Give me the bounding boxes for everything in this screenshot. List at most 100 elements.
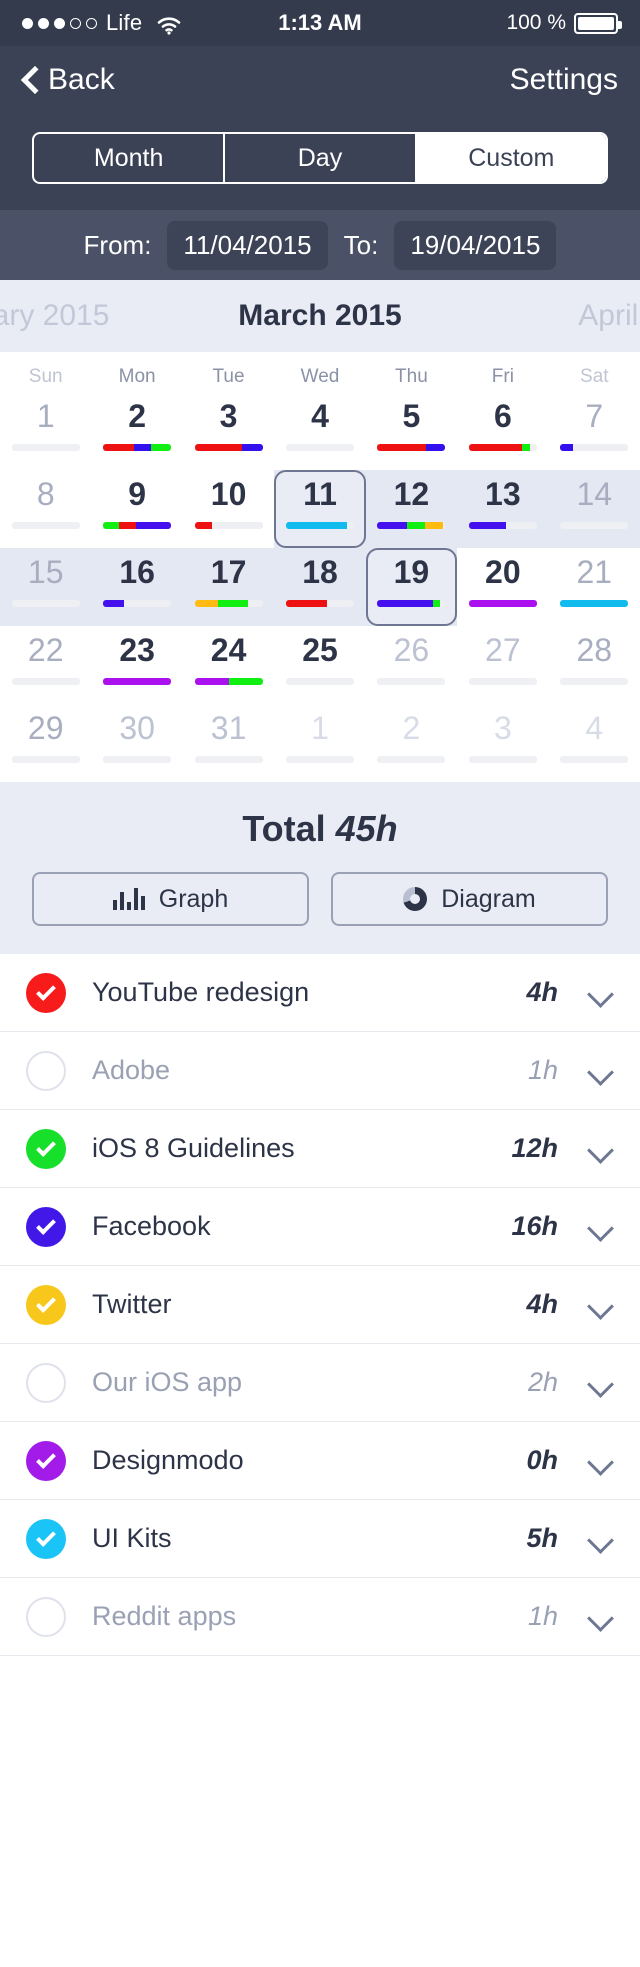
calendar-day[interactable]: 27 [457,626,548,704]
activity-bar-segment [426,444,446,451]
chevron-down-icon[interactable] [588,1531,614,1547]
task-row[interactable]: Twitter 4h [0,1266,640,1344]
calendar-day-number: 26 [393,632,430,668]
calendar-day-activity-bars [285,756,354,763]
task-row[interactable]: Designmodo 0h [0,1422,640,1500]
calendar-day[interactable]: 6 [457,392,548,470]
task-checkbox-checked[interactable] [26,1284,66,1325]
activity-bar-segment [119,522,136,529]
chevron-down-icon[interactable] [588,1453,614,1469]
view-mode-diagram-button[interactable]: Diagram [331,872,608,926]
calendar-day[interactable]: 18 [274,548,365,626]
calendar-day-number: 27 [485,632,521,668]
check-icon [36,1214,56,1235]
calendar-day[interactable]: 1 [274,704,365,782]
task-name: Twitter [92,1289,172,1319]
task-row[interactable]: Reddit apps 1h [0,1578,640,1656]
task-hours: 0h [526,1445,558,1475]
task-checkbox-checked[interactable] [26,972,66,1013]
task-checkbox-unchecked[interactable] [26,1050,66,1091]
calendar-day[interactable]: 7 [549,392,640,470]
calendar-day-selected[interactable]: 11 [274,470,366,548]
calendar-day[interactable]: 13 [457,470,548,548]
activity-bar-segment [377,444,427,451]
calendar-day[interactable]: 24 [183,626,274,704]
activity-bar-segment [407,522,425,529]
chevron-down-icon[interactable] [588,1297,614,1313]
range-tab-day[interactable]: Day [225,134,417,182]
calendar-day[interactable]: 5 [366,392,457,470]
calendar-day[interactable]: 22 [0,626,91,704]
chevron-down-icon[interactable] [588,1219,614,1235]
chevron-down-icon[interactable] [588,1375,614,1391]
activity-bar-segment [103,444,134,451]
bar-chart-icon [112,888,145,910]
task-checkbox-checked[interactable] [26,1440,66,1481]
calendar-day[interactable]: 21 [549,548,640,626]
calendar-day[interactable]: 10 [183,470,274,548]
activity-bar-segment [150,444,172,451]
calendar-day-number: 3 [219,398,238,434]
calendar-day[interactable]: 4 [274,392,365,470]
calendar-day[interactable]: 9 [91,470,182,548]
view-mode-label: Diagram [441,884,536,913]
back-button[interactable]: Back [22,63,115,97]
chevron-down-icon[interactable] [588,1141,614,1157]
task-row[interactable]: Adobe 1h [0,1032,640,1110]
range-tabs-container: Month Day Custom [0,114,640,210]
chevron-down-icon[interactable] [588,1063,614,1079]
calendar-day[interactable]: 12 [366,470,457,548]
task-checkbox-checked[interactable] [26,1206,66,1247]
to-date-field[interactable]: 19/04/2015 [394,220,557,270]
weekday-sun: Sun [28,366,63,387]
from-date-field[interactable]: 11/04/2015 [167,220,328,270]
chevron-down-icon[interactable] [588,985,614,1001]
task-row[interactable]: iOS 8 Guidelines 12h [0,1110,640,1188]
calendar-day-activity-bars [11,756,80,763]
calendar-day-number: 2 [128,398,147,434]
calendar-day[interactable]: 14 [549,470,640,548]
calendar-day[interactable]: 16 [91,548,182,626]
calendar-day[interactable]: 8 [0,470,91,548]
task-checkbox-unchecked[interactable] [26,1362,66,1403]
calendar-day-activity-bars [103,522,172,529]
calendar-day[interactable]: 30 [91,704,182,782]
calendar-day[interactable]: 4 [549,704,640,782]
task-checkbox-checked[interactable] [26,1518,66,1559]
calendar-day[interactable]: 29 [0,704,91,782]
next-month-label[interactable]: April 20 [578,299,640,333]
previous-month-label[interactable]: ruary 2015 [0,299,109,333]
calendar-day[interactable]: 23 [91,626,182,704]
calendar-day-activity-bars [285,600,354,607]
task-row[interactable]: Our iOS app 2h [0,1344,640,1422]
calendar-day[interactable]: 25 [274,626,365,704]
view-mode-graph-button[interactable]: Graph [32,872,309,926]
chevron-down-icon[interactable] [588,1609,614,1625]
calendar-day[interactable]: 3 [457,704,548,782]
calendar-day[interactable]: 31 [183,704,274,782]
task-row[interactable]: Facebook 16h [0,1188,640,1266]
calendar-day-number: 22 [27,632,64,668]
range-tab-custom[interactable]: Custom [416,134,606,182]
calendar-day[interactable]: 28 [549,626,640,704]
calendar-day[interactable]: 2 [366,704,457,782]
calendar-day[interactable]: 2 [91,392,182,470]
calendar-day-number: 17 [210,554,247,590]
task-row[interactable]: YouTube redesign 4h [0,954,640,1032]
calendar-day[interactable]: 1 [0,392,91,470]
month-carousel[interactable]: ruary 2015 March 2015 April 20 [0,280,640,352]
calendar-day[interactable]: 20 [457,548,548,626]
calendar-day[interactable]: 17 [183,548,274,626]
calendar-day-selected[interactable]: 19 [365,548,458,626]
calendar-day-activity-bars [194,678,263,685]
task-hours: 1h [527,1601,558,1631]
calendar-weeks: 1 2 3 4 5 6 7 8 9 10 11 12 13 14 15 16 17 18 19 20 21 22 23 24 2… [0,392,640,782]
view-mode-label: Graph [158,884,229,913]
task-checkbox-checked[interactable] [26,1128,66,1169]
calendar-day[interactable]: 26 [366,626,457,704]
range-tab-month[interactable]: Month [34,134,226,182]
task-checkbox-unchecked[interactable] [26,1596,66,1637]
task-row[interactable]: UI Kits 5h [0,1500,640,1578]
calendar-day[interactable]: 15 [0,548,91,626]
calendar-day[interactable]: 3 [183,392,274,470]
